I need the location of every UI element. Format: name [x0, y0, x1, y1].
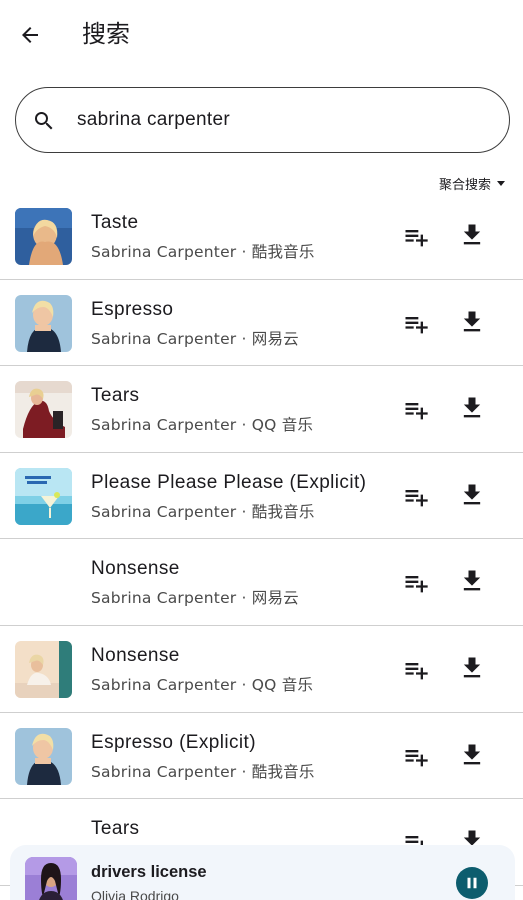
playlist-add-icon [405, 403, 428, 420]
search-box[interactable] [15, 87, 510, 153]
add-to-playlist-button[interactable] [400, 394, 432, 426]
playlist-add-icon [405, 576, 428, 593]
playlist-add-icon [405, 662, 428, 680]
download-icon [463, 311, 481, 331]
song-title: Please Please Please (Explicit) [91, 471, 367, 493]
playlist-add-icon [405, 749, 428, 766]
download-icon [463, 224, 481, 245]
result-row[interactable]: Tears Sabrina Carpenter · QQ 音乐 [0, 366, 523, 453]
search-filter-dropdown[interactable]: 聚合搜索 [439, 172, 505, 194]
filter-label: 聚合搜索 [438, 177, 491, 193]
search-input[interactable] [77, 101, 477, 139]
album-art [15, 727, 72, 785]
result-row[interactable]: Espresso (Explicit) Sabrina Carpenter · … [0, 713, 523, 800]
download-button[interactable] [456, 219, 488, 251]
arrow-back-icon [22, 27, 38, 43]
search-icon [35, 112, 53, 130]
results-list: Taste Sabrina Carpenter · 酷我音乐 Espresso … [0, 193, 523, 886]
song-subtitle: Sabrina Carpenter · 网易云 [91, 589, 299, 608]
add-to-playlist-button[interactable] [400, 308, 432, 340]
song-title: Tears [91, 818, 140, 840]
song-subtitle: Sabrina Carpenter · QQ 音乐 [91, 675, 314, 694]
add-to-playlist-button[interactable] [400, 481, 432, 513]
now-playing-title: drivers license [91, 863, 207, 881]
arrow-drop-down-icon [497, 180, 505, 186]
song-subtitle: Sabrina Carpenter · QQ 音乐 [91, 416, 314, 435]
pause-button[interactable] [456, 867, 488, 899]
album-art [15, 294, 72, 352]
song-title: Taste [91, 212, 139, 233]
song-subtitle: Sabrina Carpenter · 网易云 [91, 329, 299, 348]
album-art [15, 467, 72, 525]
now-playing-art [25, 857, 77, 900]
result-row[interactable]: Espresso Sabrina Carpenter · 网易云 [0, 280, 523, 367]
page-title: 搜索 [82, 20, 130, 48]
download-icon [463, 570, 481, 591]
download-icon [463, 397, 481, 418]
add-to-playlist-button[interactable] [400, 221, 432, 253]
add-to-playlist-button[interactable] [400, 741, 432, 773]
now-playing-artist: Olivia Rodrigo [91, 888, 179, 900]
album-art [15, 381, 72, 439]
download-icon [463, 744, 481, 764]
add-to-playlist-button[interactable] [400, 567, 432, 599]
mini-player[interactable]: drivers license Olivia Rodrigo [10, 845, 515, 900]
download-button[interactable] [456, 565, 488, 597]
song-title: Espresso [91, 298, 174, 320]
album-art [15, 208, 72, 265]
download-button[interactable] [456, 739, 488, 771]
song-title: Nonsense [91, 558, 180, 580]
result-row[interactable]: Please Please Please (Explicit) Sabrina … [0, 453, 523, 540]
download-button[interactable] [456, 479, 488, 511]
download-button[interactable] [456, 306, 488, 338]
song-subtitle: Sabrina Carpenter · 酷我音乐 [91, 243, 315, 261]
song-subtitle: Sabrina Carpenter · 酷我音乐 [91, 502, 315, 521]
album-art [15, 640, 72, 698]
app-bar: 搜索 [0, 0, 523, 70]
song-subtitle: Sabrina Carpenter · 酷我音乐 [91, 762, 315, 781]
pause-icon [467, 877, 477, 889]
result-row[interactable]: Nonsense Sabrina Carpenter · 网易云 [0, 539, 523, 626]
download-button[interactable] [456, 652, 488, 684]
back-button[interactable] [12, 17, 48, 53]
playlist-add-icon [405, 489, 428, 507]
download-button[interactable] [456, 392, 488, 424]
playlist-add-icon [405, 316, 428, 333]
song-title: Nonsense [91, 644, 180, 666]
add-to-playlist-button[interactable] [400, 654, 432, 686]
playlist-add-icon [405, 230, 428, 247]
result-row[interactable]: Nonsense Sabrina Carpenter · QQ 音乐 [0, 626, 523, 713]
song-title: Espresso (Explicit) [91, 731, 256, 753]
download-icon [463, 484, 481, 505]
download-icon [463, 657, 481, 678]
result-row[interactable]: Taste Sabrina Carpenter · 酷我音乐 [0, 193, 523, 280]
song-title: Tears [91, 385, 140, 407]
